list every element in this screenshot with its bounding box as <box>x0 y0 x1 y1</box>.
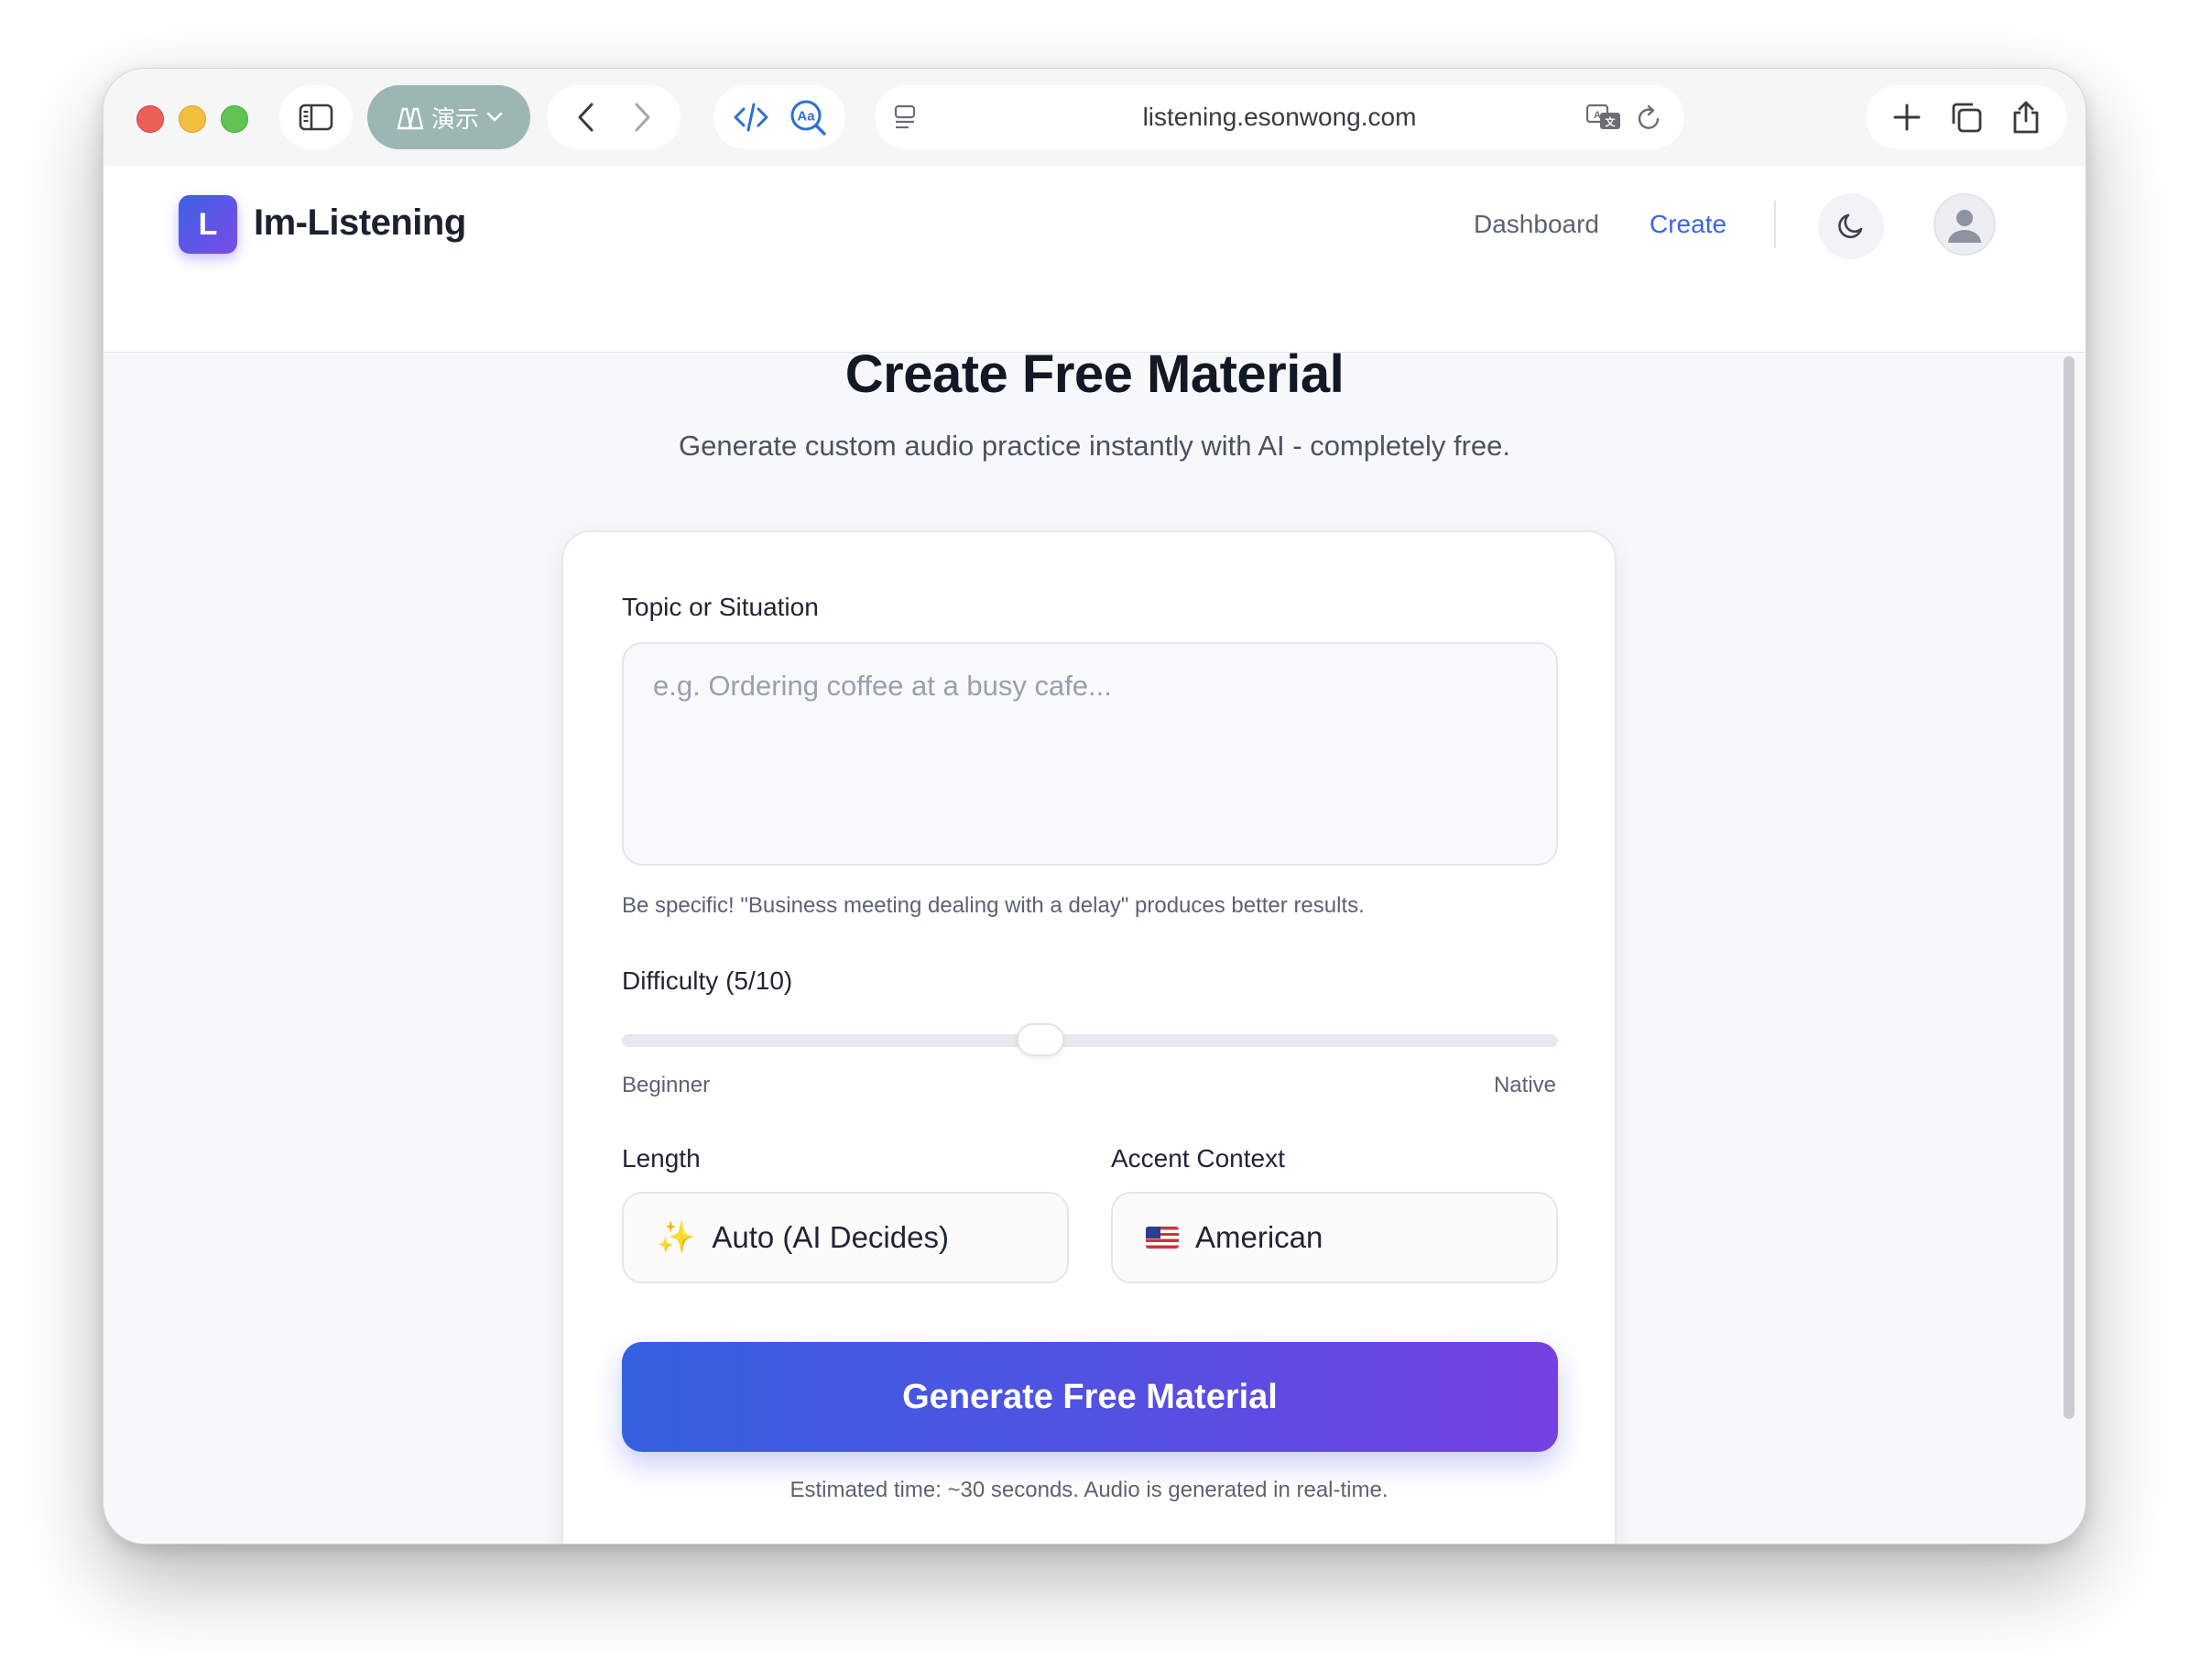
dictionary-lookup-icon[interactable]: Aa <box>789 98 827 136</box>
svg-text:Aa: Aa <box>797 109 815 125</box>
sparkles-icon: ✨ <box>657 1220 696 1255</box>
length-value: Auto (AI Decides) <box>712 1220 949 1254</box>
tab-overview-icon[interactable] <box>1950 101 1983 134</box>
topic-label: Topic or Situation <box>622 593 819 621</box>
browser-window: 演示 Aa listening.esonwong.com A 文 L Im-Li… <box>103 68 2086 1544</box>
translate-icon[interactable]: A 文 <box>1585 103 1622 132</box>
nav-create-link[interactable]: Create <box>1650 210 1726 239</box>
svg-text:A: A <box>1594 110 1601 121</box>
difficulty-label: Difficulty (5/10) <box>622 966 793 995</box>
difficulty-max-label: Native <box>1493 1073 1556 1097</box>
code-icon[interactable] <box>733 102 769 133</box>
new-tab-plus-icon[interactable] <box>1892 103 1922 132</box>
sidebar-toggle-button[interactable] <box>279 85 353 149</box>
window-actions <box>1866 85 2067 149</box>
minimize-window-button[interactable] <box>179 105 206 133</box>
moon-icon <box>1838 213 1863 238</box>
create-form-card: Topic or Situation Be specific! "Busines… <box>561 530 1617 1544</box>
zoom-window-button[interactable] <box>221 105 248 133</box>
difficulty-slider-thumb[interactable] <box>1017 1023 1065 1056</box>
accent-label: Accent Context <box>1111 1144 1285 1173</box>
brand-name[interactable]: Im-Listening <box>254 202 466 244</box>
reload-icon[interactable] <box>1637 104 1662 131</box>
browser-toolbar: 演示 Aa listening.esonwong.com A 文 <box>103 69 2086 166</box>
page-title: Create Free Material <box>844 344 1345 404</box>
generate-button[interactable]: Generate Free Material <box>622 1342 1558 1452</box>
accent-select[interactable]: American <box>1111 1192 1558 1283</box>
share-icon[interactable] <box>2011 100 2041 135</box>
theme-toggle-button[interactable] <box>1818 193 1884 259</box>
address-bar[interactable]: listening.esonwong.com A 文 <box>875 85 1684 149</box>
app-logo[interactable]: L <box>179 195 237 254</box>
length-label: Length <box>622 1144 701 1173</box>
app-header: L Im-Listening Dashboard Create <box>103 166 2086 353</box>
difficulty-min-label: Beginner <box>622 1073 711 1097</box>
nav-dashboard-link[interactable]: Dashboard <box>1474 210 1599 239</box>
close-window-button[interactable] <box>136 105 164 133</box>
svg-text:文: 文 <box>1606 115 1617 128</box>
topic-input[interactable] <box>622 642 1558 866</box>
history-nav <box>547 85 681 149</box>
forward-arrow-icon[interactable] <box>632 102 652 133</box>
chevron-down-icon <box>486 112 503 122</box>
length-select[interactable]: ✨ Auto (AI Decides) <box>622 1192 1069 1283</box>
user-avatar-button[interactable] <box>1933 193 1996 256</box>
accent-value: American <box>1195 1220 1323 1254</box>
user-icon <box>1948 210 1981 243</box>
url-text: listening.esonwong.com <box>1142 103 1417 131</box>
extensions-group: Aa <box>713 85 845 149</box>
profile-switcher[interactable]: 演示 <box>367 85 530 149</box>
page-scrollbar[interactable] <box>2064 356 2075 1419</box>
profile-label: 演示 <box>430 104 479 133</box>
main-content: Create Free Material Generate custom aud… <box>103 344 2086 1544</box>
page-reader-icon[interactable] <box>893 104 917 131</box>
sidebar-icon <box>299 104 333 131</box>
estimate-text: Estimated time: ~30 seconds. Audio is ge… <box>790 1478 1389 1502</box>
page-subtitle: Generate custom audio practice instantly… <box>678 430 1511 462</box>
us-flag-icon <box>1146 1227 1179 1249</box>
back-arrow-icon[interactable] <box>576 102 596 133</box>
difficulty-slider-track[interactable] <box>622 1034 1558 1047</box>
topic-hint: Be specific! "Business meeting dealing w… <box>622 893 1365 918</box>
nav-divider <box>1774 201 1776 248</box>
logo-letter: L <box>198 206 218 242</box>
profile-flask-icon <box>397 107 424 130</box>
